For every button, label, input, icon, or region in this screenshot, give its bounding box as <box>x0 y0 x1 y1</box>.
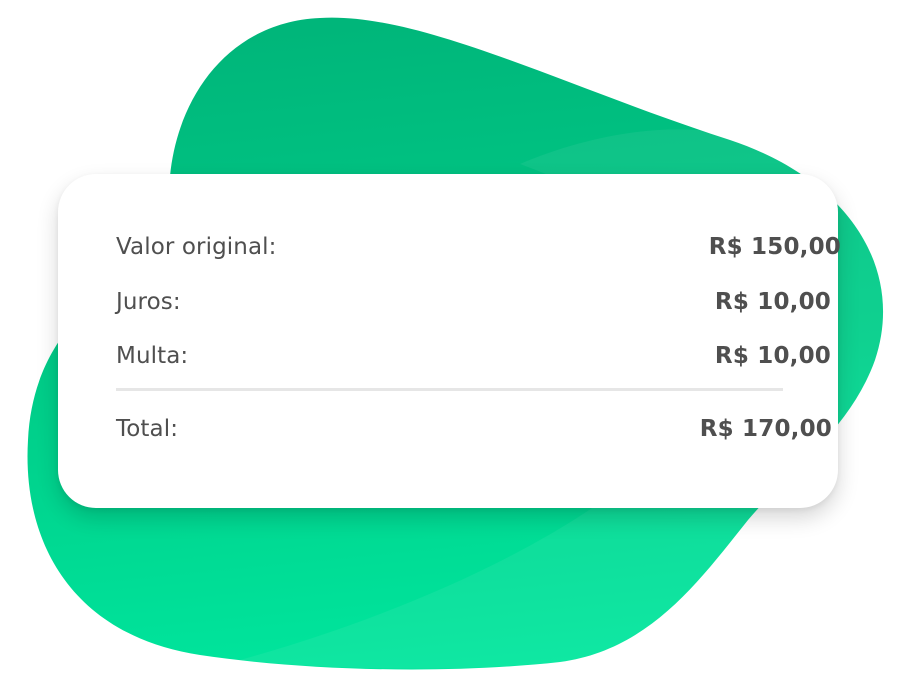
original-value-label: Valor original: <box>116 234 277 260</box>
total-row: Total: R$ 170,00 <box>116 409 832 449</box>
fine-label: Multa: <box>116 343 189 369</box>
summary-divider <box>116 388 783 391</box>
interest-amount: R$ 10,00 <box>714 289 831 315</box>
interest-row: Juros: R$ 10,00 <box>116 282 841 322</box>
total-label: Total: <box>116 416 179 442</box>
fine-amount: R$ 10,00 <box>714 343 831 369</box>
original-value-row: Valor original: R$ 150,00 <box>116 227 841 267</box>
original-value-amount: R$ 150,00 <box>708 234 841 260</box>
fine-row: Multa: R$ 10,00 <box>116 336 841 376</box>
charges-summary-card: Valor original: R$ 150,00 Juros: R$ 10,0… <box>58 174 841 508</box>
total-amount: R$ 170,00 <box>699 416 832 442</box>
interest-label: Juros: <box>116 289 181 315</box>
